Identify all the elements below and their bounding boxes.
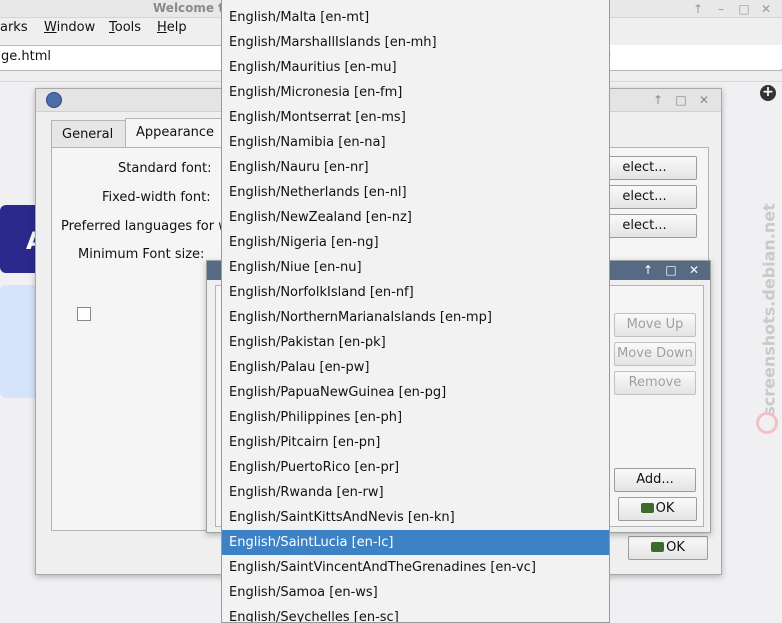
- language-option[interactable]: English/PapuaNewGuinea [en-pg]: [222, 380, 609, 405]
- language-option[interactable]: English/Samoa [en-ws]: [222, 580, 609, 605]
- language-option[interactable]: English/Seychelles [en-sc]: [222, 605, 609, 622]
- language-option[interactable]: English/NorfolkIsland [en-nf]: [222, 280, 609, 305]
- menu-bookmarks[interactable]: arks: [0, 20, 28, 35]
- language-option[interactable]: English/SaintKittsAndNevis [en-kn]: [222, 505, 609, 530]
- language-option[interactable]: English/Pakistan [en-pk]: [222, 330, 609, 355]
- language-option[interactable]: English/NewZealand [en-nz]: [222, 205, 609, 230]
- remove-button[interactable]: Remove: [614, 371, 696, 395]
- close-icon[interactable]: ✕: [758, 1, 774, 17]
- preferred-languages-label: Preferred languages for w: [61, 219, 229, 234]
- language-option[interactable]: English/Palau [en-pw]: [222, 355, 609, 380]
- search-input[interactable]: e: [584, 45, 782, 69]
- menu-help[interactable]: Help: [157, 20, 187, 35]
- language-option[interactable]: English/Nigeria [en-ng]: [222, 230, 609, 255]
- language-option[interactable]: English/Philippines [en-ph]: [222, 405, 609, 430]
- page-banner: A: [0, 205, 45, 273]
- maximize-icon[interactable]: □: [673, 92, 689, 108]
- preferences-ok-button[interactable]: OK: [628, 536, 708, 560]
- ok-icon: [640, 503, 654, 513]
- watermark: screenshots.debian.net: [749, 190, 782, 450]
- menu-tools[interactable]: Tools: [109, 20, 141, 35]
- url-text: ge.html: [1, 49, 51, 64]
- language-option[interactable]: English/SaintVincentAndTheGrenadines [en…: [222, 555, 609, 580]
- language-option[interactable]: English/Mauritius [en-mu]: [222, 55, 609, 80]
- language-dropdown-list[interactable]: English/Malta [en-mt] English/MarshallIsl…: [221, 0, 610, 623]
- arrow-up-icon[interactable]: ↑: [639, 262, 657, 278]
- close-icon[interactable]: ✕: [685, 262, 703, 278]
- languages-ok-button[interactable]: OK: [618, 497, 697, 521]
- maximize-icon[interactable]: □: [736, 1, 752, 17]
- add-language-button[interactable]: Add...: [614, 468, 696, 492]
- move-up-button[interactable]: Move Up: [614, 313, 696, 337]
- language-option[interactable]: English/MarshallIslands [en-mh]: [222, 30, 609, 55]
- language-option[interactable]: English/Netherlands [en-nl]: [222, 180, 609, 205]
- debian-logo-icon: [756, 412, 778, 434]
- menu-window[interactable]: Window: [44, 20, 95, 35]
- move-down-button[interactable]: Move Down: [614, 342, 696, 366]
- language-option[interactable]: English/Micronesia [en-fm]: [222, 80, 609, 105]
- page-panel: [0, 285, 38, 398]
- language-option[interactable]: English/NorthernMarianaIslands [en-mp]: [222, 305, 609, 330]
- language-option[interactable]: English/Malta [en-mt]: [222, 5, 609, 30]
- language-option[interactable]: English/Pitcairn [en-pn]: [222, 430, 609, 455]
- arrow-up-icon[interactable]: ↑: [650, 92, 666, 108]
- language-option[interactable]: English/PuertoRico [en-pr]: [222, 455, 609, 480]
- plus-icon[interactable]: +: [760, 85, 776, 101]
- app-icon: [46, 92, 62, 108]
- language-option[interactable]: English/Niue [en-nu]: [222, 255, 609, 280]
- tab-appearance[interactable]: Appearance: [125, 118, 225, 149]
- standard-font-label: Standard font:: [118, 161, 212, 176]
- language-option[interactable]: English/Montserrat [en-ms]: [222, 105, 609, 130]
- language-option[interactable]: English/Rwanda [en-rw]: [222, 480, 609, 505]
- tab-label: Appearance: [136, 125, 215, 140]
- window-title: Welcome t: [153, 1, 224, 15]
- tab-label: General: [62, 127, 114, 142]
- maximize-icon[interactable]: □: [662, 262, 680, 278]
- watermark-text: screenshots.debian.net: [759, 203, 779, 416]
- min-font-label: Minimum Font size:: [78, 247, 205, 262]
- ok-icon: [651, 542, 665, 552]
- language-option[interactable]: English/Namibia [en-na]: [222, 130, 609, 155]
- arrow-up-icon[interactable]: ↑: [690, 1, 706, 17]
- language-option[interactable]: English/Nauru [en-nr]: [222, 155, 609, 180]
- min-font-checkbox[interactable]: [77, 307, 91, 321]
- close-icon[interactable]: ✕: [696, 92, 712, 108]
- fixed-width-font-label: Fixed-width font:: [102, 190, 211, 205]
- minimize-icon[interactable]: –: [713, 1, 729, 17]
- language-option[interactable]: English/SaintLucia [en-lc]: [222, 530, 609, 555]
- tab-general[interactable]: General: [51, 120, 126, 148]
